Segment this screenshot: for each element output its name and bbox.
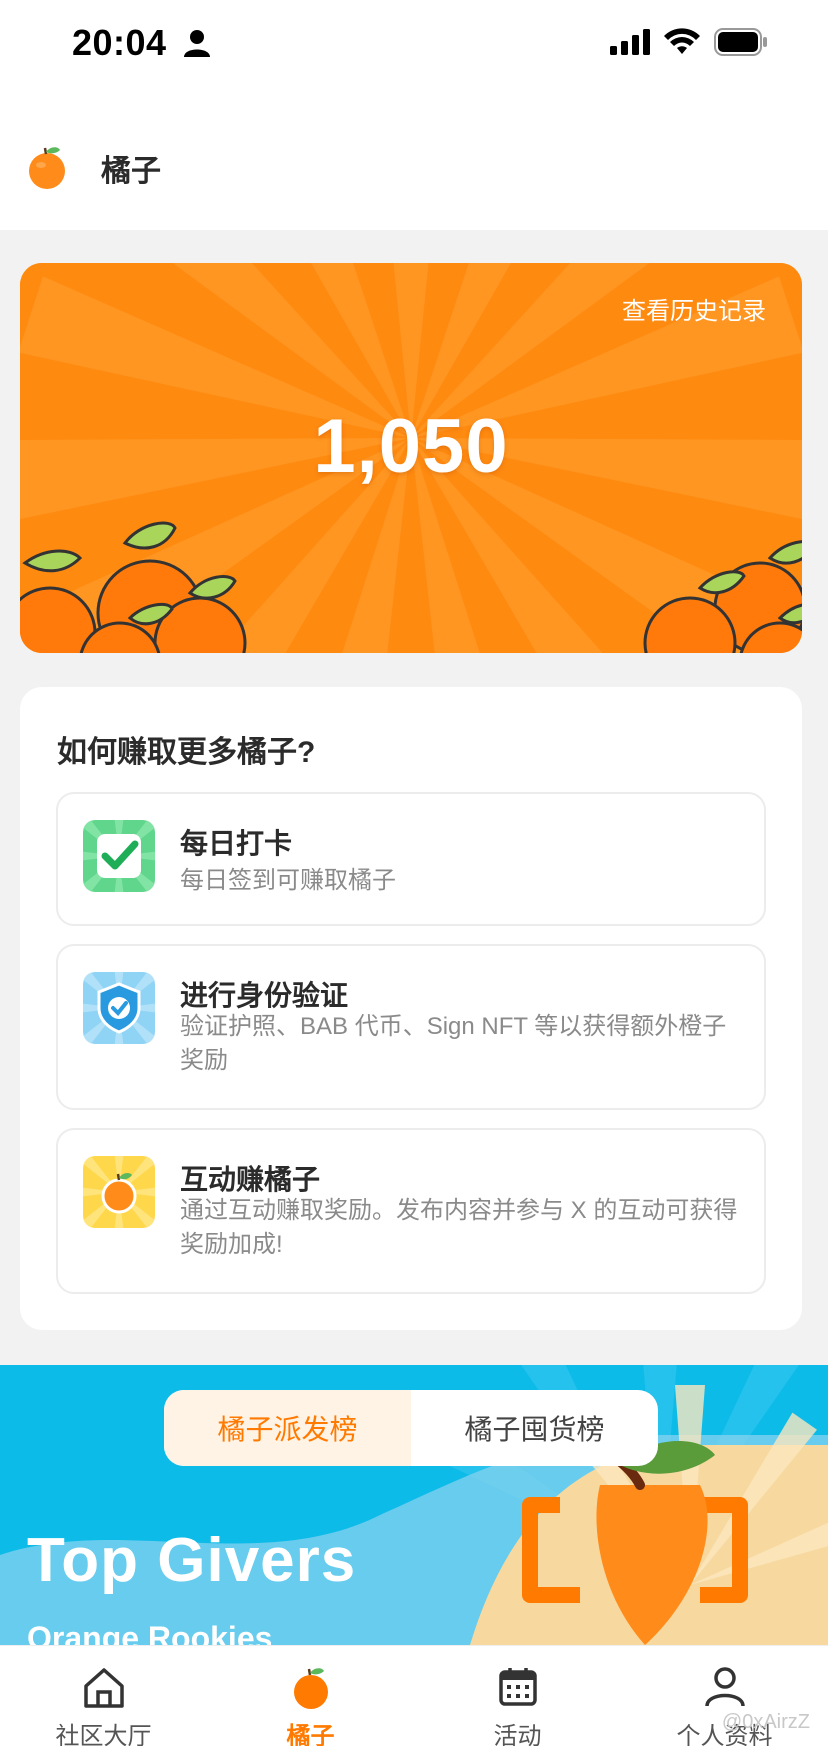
status-time: 20:04 <box>72 22 167 63</box>
orange-logo-icon <box>29 147 65 189</box>
app-header: 橘子 <box>0 90 828 230</box>
nav-label: 橘子 <box>286 1723 335 1746</box>
nav-label: 活动 <box>493 1723 542 1746</box>
task-interact-earn[interactable]: 互动赚橘子 通过互动赚取奖励。发布内容并参与 X 的互动可获得奖励加成! <box>56 1128 766 1294</box>
task-identity-verification[interactable]: 进行身份验证 验证护照、BAB 代币、Sign NFT 等以获得额外橙子奖励 <box>56 944 766 1110</box>
nav-label: 社区大厅 <box>55 1723 152 1746</box>
signal-icon <box>610 29 650 55</box>
wifi-icon <box>664 28 700 54</box>
nav-item-community[interactable]: 社区大厅 <box>0 1646 207 1746</box>
tab-top-holders[interactable]: 橘子囤货榜 <box>411 1390 658 1466</box>
task-description: 每日签到可赚取橘子 <box>180 867 396 894</box>
watermark: @0xAirzZ <box>721 1711 810 1733</box>
nav-item-activity[interactable]: 活动 <box>414 1646 621 1746</box>
task-title: 互动赚橘子 <box>180 1164 321 1195</box>
page-title: 橘子 <box>101 155 161 188</box>
earn-section-title: 如何赚取更多橘子? <box>57 736 316 769</box>
earn-more-section: 如何赚取更多橘子? 每日打卡 每日签到可赚取橘子 进行身份验证 验证护照、BAB… <box>20 687 802 1330</box>
checkmark-icon <box>83 820 155 892</box>
view-history-link[interactable]: 查看历史记录 <box>622 291 766 326</box>
calendar-icon <box>498 1668 537 1706</box>
status-bar: 20:04 <box>0 0 828 90</box>
task-title: 每日打卡 <box>180 828 293 859</box>
leaderboard-subtitle: Orange Rookies <box>27 1620 273 1645</box>
tab-top-givers[interactable]: 橘子派发榜 <box>164 1390 411 1466</box>
task-description: 通过互动赚取奖励。发布内容并参与 X 的互动可获得奖励加成! <box>180 1197 738 1258</box>
leaderboard-tabs: 橘子派发榜 橘子囤货榜 <box>164 1390 658 1466</box>
task-description: 验证护照、BAB 代币、Sign NFT 等以获得额外橙子奖励 <box>180 1013 727 1074</box>
task-title: 进行身份验证 <box>180 980 349 1011</box>
nav-item-orange[interactable]: 橘子 <box>207 1646 414 1746</box>
task-daily-checkin[interactable]: 每日打卡 每日签到可赚取橘子 <box>56 792 766 926</box>
points-card: 查看历史记录 1,050 <box>20 263 802 653</box>
leaderboard-banner: 橘子派发榜 橘子囤货榜 Top Givers Orange Rookies <box>0 1365 828 1645</box>
points-balance: 1,050 <box>313 404 509 489</box>
person-icon <box>704 1667 745 1707</box>
bottom-navigation: 社区大厅 橘子 活动 个人资料 @0xAirzZ <box>0 1645 828 1746</box>
leaderboard-title: Top Givers <box>27 1526 357 1595</box>
orange-icon <box>83 1156 155 1228</box>
home-icon <box>83 1668 124 1708</box>
person-status-icon <box>184 30 210 57</box>
orange-icon <box>293 1668 328 1709</box>
battery-icon <box>714 28 767 56</box>
shield-check-icon <box>83 972 155 1044</box>
